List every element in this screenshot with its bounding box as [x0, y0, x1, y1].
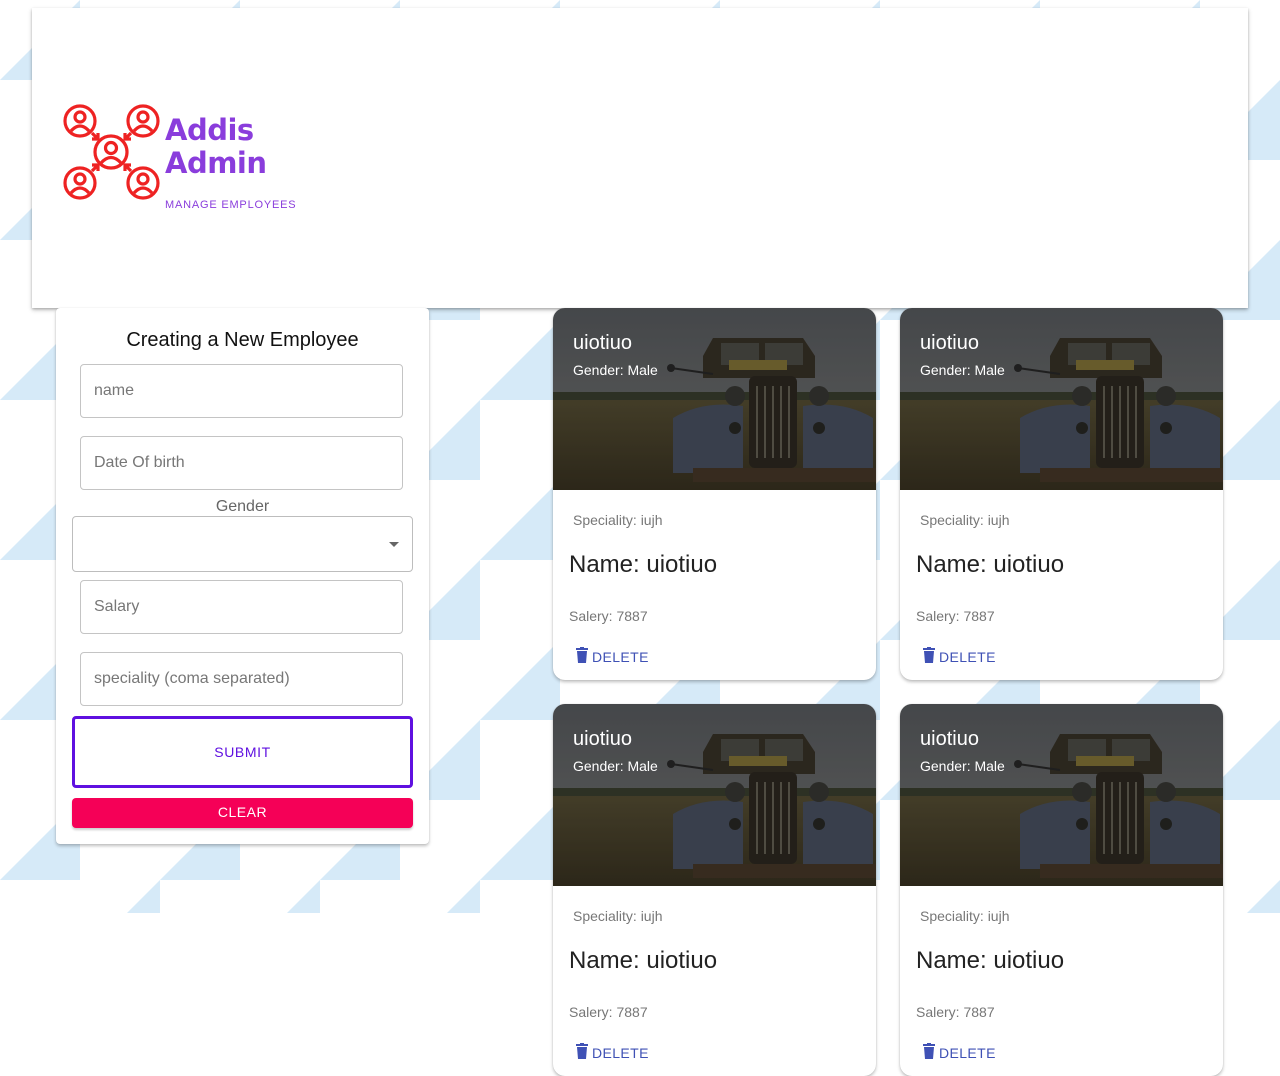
delete-label: DELETE: [939, 648, 996, 665]
employee-gender: Gender: Male: [573, 758, 658, 774]
employee-gender: Gender: Male: [573, 362, 658, 378]
delete-label: DELETE: [592, 1044, 649, 1061]
employee-gender: Gender: Male: [920, 362, 1005, 378]
employee-card: uiotiuo Gender: Male Speciality: iujh Na…: [900, 308, 1223, 680]
brand-logo[interactable]: Addis Admin MANAGE EMPLOYEES: [62, 103, 302, 213]
gender-select[interactable]: [72, 516, 413, 572]
form-title: Creating a New Employee: [126, 329, 359, 351]
delete-button[interactable]: DELETE: [575, 1043, 649, 1062]
employee-speciality: Speciality: iujh: [573, 512, 663, 528]
employee-full-name: Name: uiotiuo: [569, 947, 718, 974]
create-employee-form: Creating a New Employee name Date Of bir…: [56, 308, 429, 844]
delete-button[interactable]: DELETE: [922, 1043, 996, 1062]
speciality-input[interactable]: speciality (coma separated): [80, 652, 403, 706]
employee-speciality: Speciality: iujh: [573, 908, 663, 924]
employee-name-heading: uiotiuo: [573, 332, 632, 354]
employee-speciality: Speciality: iujh: [920, 908, 1010, 924]
trash-icon: [575, 647, 592, 666]
clear-button[interactable]: CLEAR: [72, 798, 413, 828]
employee-card: uiotiuo Gender: Male Speciality: iujh Na…: [553, 308, 876, 680]
brand-tagline: MANAGE EMPLOYEES: [165, 199, 297, 211]
app-header: Addis Admin MANAGE EMPLOYEES: [32, 8, 1248, 308]
delete-label: DELETE: [939, 1044, 996, 1061]
date-of-birth-input[interactable]: Date Of birth: [80, 436, 403, 490]
chevron-down-icon: [389, 542, 399, 547]
employee-salary: Salery: 7887: [916, 1004, 995, 1020]
employee-speciality: Speciality: iujh: [920, 512, 1010, 528]
employee-name-heading: uiotiuo: [920, 332, 979, 354]
employee-gender: Gender: Male: [920, 758, 1005, 774]
employee-card: uiotiuo Gender: Male Speciality: iujh Na…: [900, 704, 1223, 1076]
delete-label: DELETE: [592, 648, 649, 665]
employee-full-name: Name: uiotiuo: [569, 551, 718, 578]
employee-salary: Salery: 7887: [569, 1004, 648, 1020]
employee-card: uiotiuo Gender: Male Speciality: iujh Na…: [553, 704, 876, 1076]
gender-label: Gender: [215, 498, 270, 515]
brand-name-line2: Admin: [165, 146, 267, 180]
employee-salary: Salery: 7887: [916, 608, 995, 624]
trash-icon: [575, 1043, 592, 1062]
people-network-icon: [63, 104, 160, 200]
name-input[interactable]: name: [80, 364, 403, 418]
trash-icon: [922, 647, 939, 666]
brand-name-line1: Addis: [165, 113, 254, 147]
salary-input[interactable]: Salary: [80, 580, 403, 634]
employee-name-heading: uiotiuo: [573, 728, 632, 750]
employee-salary: Salery: 7887: [569, 608, 648, 624]
submit-button[interactable]: SUBMIT: [72, 716, 413, 788]
employee-name-heading: uiotiuo: [920, 728, 979, 750]
employee-full-name: Name: uiotiuo: [916, 551, 1065, 578]
employee-full-name: Name: uiotiuo: [916, 947, 1065, 974]
delete-button[interactable]: DELETE: [575, 647, 649, 666]
trash-icon: [922, 1043, 939, 1062]
delete-button[interactable]: DELETE: [922, 647, 996, 666]
